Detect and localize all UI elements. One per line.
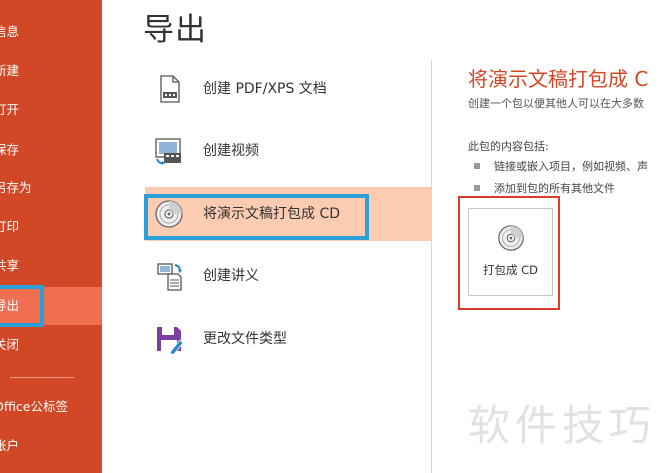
option-label: 更改文件类型 <box>203 331 287 347</box>
package-cd-highlight-box <box>144 194 369 240</box>
package-button-label: 打包成 CD <box>482 263 539 277</box>
export-highlight-box <box>0 285 44 327</box>
sidebar-item-label: 另存为 <box>0 180 32 195</box>
option-label: 创建 PDF/XPS 文档 <box>203 81 327 97</box>
sidebar-item-print[interactable]: 打印 <box>0 212 102 242</box>
sidebar-item-open[interactable]: 打开 <box>0 95 102 125</box>
sidebar-item-office-tab[interactable]: Office公标签 <box>0 392 102 422</box>
sidebar-item-account[interactable]: 帐户 <box>0 431 102 461</box>
sidebar-item-label: Office公标签 <box>0 399 68 414</box>
page-title: 导出 <box>143 12 207 48</box>
video-icon <box>155 138 181 165</box>
save-filetype-icon <box>157 327 184 355</box>
contents-bullet: 链接或嵌入项目，例如视频、声 <box>474 158 648 174</box>
sidebar-item-label: 保存 <box>0 142 20 157</box>
sidebar-item-label: 帐户 <box>0 438 20 453</box>
sidebar-item-new[interactable]: 新建 <box>0 56 102 86</box>
backstage-sidebar: 信息 新建 打开 保存 另存为 打印 共享 导出 关闭 Office公标签 帐户 <box>0 0 102 473</box>
change-file-type-option[interactable]: 更改文件类型 <box>145 312 431 366</box>
sidebar-item-close[interactable]: 关闭 <box>0 330 102 360</box>
panel-divider <box>431 60 432 473</box>
create-video-option[interactable]: 创建视频 <box>145 124 431 178</box>
sidebar-item-save-as[interactable]: 另存为 <box>0 173 102 203</box>
sidebar-item-label: 共享 <box>0 258 20 273</box>
sidebar-item-label: 新建 <box>0 63 20 78</box>
option-label: 创建视频 <box>203 143 259 159</box>
create-pdf-xps-option[interactable]: 创建 PDF/XPS 文档 <box>145 62 431 116</box>
handout-icon <box>157 263 182 291</box>
bullet-marker-icon <box>474 163 480 169</box>
sidebar-item-label: 关闭 <box>0 337 20 352</box>
sidebar-item-label: 打印 <box>0 219 20 234</box>
panel-heading: 将演示文稿打包成 C <box>468 67 649 91</box>
sidebar-item-share[interactable]: 共享 <box>0 251 102 281</box>
bullet-marker-icon <box>474 185 480 191</box>
panel-description: 创建一个包以便其他人可以在大多数 <box>468 97 644 110</box>
sidebar-item-save[interactable]: 保存 <box>0 135 102 165</box>
pdf-document-icon <box>160 75 180 103</box>
sidebar-divider <box>10 377 74 378</box>
contents-bullet: 添加到包的所有其他文件 <box>474 180 615 196</box>
bullet-text: 添加到包的所有其他文件 <box>494 182 615 195</box>
bullet-text: 链接或嵌入项目，例如视频、声 <box>494 160 648 173</box>
create-handouts-option[interactable]: 创建讲义 <box>145 249 431 303</box>
sidebar-item-label: 打开 <box>0 102 20 117</box>
cd-icon <box>498 225 524 251</box>
option-label: 创建讲义 <box>203 268 259 284</box>
sidebar-item-info[interactable]: 信息 <box>0 17 102 47</box>
contents-label: 此包的内容包括: <box>468 140 549 153</box>
watermark-text: 软件技巧 <box>468 401 657 450</box>
sidebar-item-label: 信息 <box>0 24 20 39</box>
package-for-cd-button[interactable]: 打包成 CD <box>468 208 553 296</box>
